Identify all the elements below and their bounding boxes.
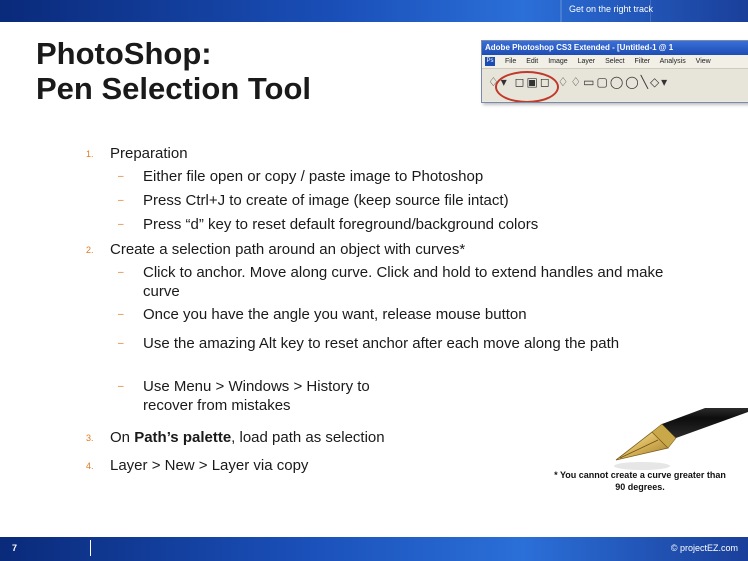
step-3-prefix: On [110, 429, 135, 446]
ps-menu-file: File [504, 58, 517, 65]
step-1-number: 1. [86, 149, 94, 159]
slide-title: PhotoShop: Pen Selection Tool [36, 36, 456, 106]
ps-logo-icon: Ps [485, 56, 495, 66]
step-3-bold: Path’s palette [134, 429, 232, 446]
top-banner: Get on the right track [0, 0, 748, 22]
step-1-text: Preparation [110, 145, 188, 162]
step-1-sub-2: Press Ctrl+J to create of image (keep so… [143, 192, 509, 209]
ps-menu-analysis: Analysis [659, 58, 686, 65]
footnote-line-1: * You cannot create a curve greater than [554, 470, 726, 480]
ps-menu-view: View [695, 58, 711, 65]
copyright: © projectEZ.com [670, 543, 738, 553]
ps-menu-layer: Layer [577, 58, 596, 65]
step-1-sub-3: Press “d” key to reset default foregroun… [143, 216, 539, 233]
footer-divider [90, 540, 91, 556]
ps-titlebar: Adobe Photoshop CS3 Extended - [Untitled… [482, 41, 748, 55]
step-1-sub-1: Either file open or copy / paste image t… [143, 168, 484, 185]
step-3-suffix: , load path as selection [231, 429, 385, 446]
dash-icon: – [118, 171, 124, 182]
step-2-sub-2: Once you have the angle you want, releas… [143, 306, 527, 323]
step-2-number: 2. [86, 245, 94, 255]
step-4-text: Layer > New > Layer via copy [110, 457, 309, 474]
ps-options-bar: ♢▾ ◻▣◻ ♢♢▭▢◯◯╲◇▾ [482, 69, 748, 102]
page-number: 7 [12, 543, 18, 553]
title-line-2: Pen Selection Tool [36, 71, 312, 106]
dash-icon: – [118, 219, 124, 230]
title-line-1: PhotoShop: [36, 36, 212, 71]
ps-menu-select: Select [605, 58, 625, 65]
dash-icon: – [118, 309, 124, 320]
step-2-sub-3: Use the amazing Alt key to reset anchor … [143, 335, 620, 352]
dash-icon: – [118, 195, 124, 206]
step-2-text: Create a selection path around an object… [110, 241, 466, 258]
step-2-sub-4: Use Menu > Windows > History to recover … [143, 378, 370, 414]
fountain-pen-icon [614, 408, 748, 470]
ps-menubar: Ps File Edit Image Layer Select Filter A… [482, 55, 748, 69]
bottom-banner: 7 © projectEZ.com [0, 537, 748, 561]
ps-menu-edit: Edit [526, 58, 539, 65]
footnote: * You cannot create a curve greater than… [528, 469, 748, 493]
step-3-text: On Path’s palette, load path as selectio… [110, 428, 385, 447]
tagline: Get on the right track [568, 4, 653, 14]
dash-icon: – [118, 338, 124, 349]
highlight-circle [495, 71, 559, 102]
slide: Get on the right track PhotoShop: Pen Se… [0, 0, 748, 561]
step-2-sub-1: Click to anchor. Move along curve. Click… [143, 264, 664, 300]
ps-menu-filter: Filter [634, 58, 651, 65]
photoshop-screenshot: Adobe Photoshop CS3 Extended - [Untitled… [481, 40, 748, 103]
ps-menu-image: Image [548, 58, 568, 65]
dash-icon: – [118, 267, 124, 278]
step-4-number: 4. [86, 461, 94, 471]
footnote-line-2: 90 degrees. [615, 482, 665, 492]
step-3-number: 3. [86, 433, 94, 443]
dash-icon: – [118, 381, 124, 392]
